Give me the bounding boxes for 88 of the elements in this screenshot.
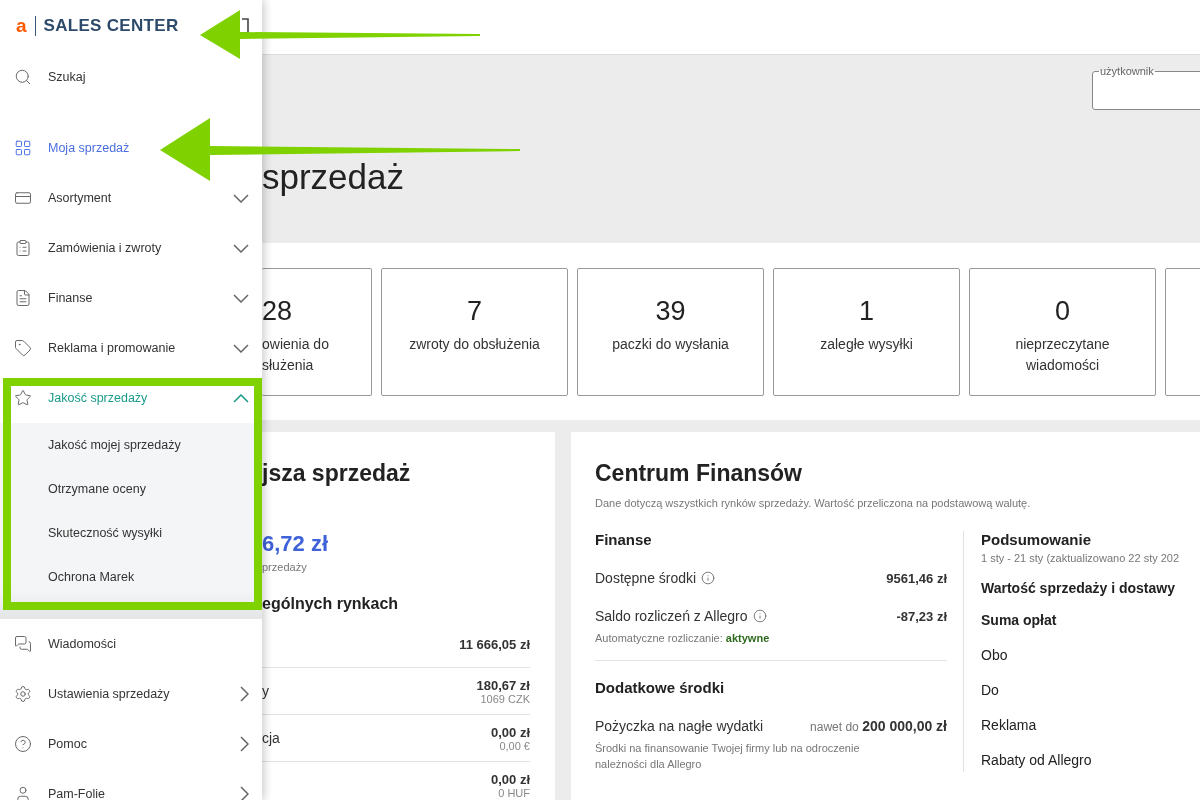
market-value: 180,67 zł xyxy=(476,677,530,693)
menu-item-icon xyxy=(14,189,32,207)
stat-card[interactable]: 7 zwroty do obsłużenia xyxy=(381,268,568,396)
summary-label: Wartość sprzedaży i dostawy xyxy=(981,580,1176,596)
market-currency-value: 1069 CZK xyxy=(480,692,530,705)
market-value: 11 666,05 zł xyxy=(459,636,530,652)
finance-value: nawet do 200 000,00 zł xyxy=(810,718,947,734)
sidebar-item[interactable]: Zamówienia i zwroty xyxy=(0,236,262,260)
info-icon[interactable] xyxy=(701,571,716,585)
menu-item-icon xyxy=(14,635,32,653)
finance-note: Środki na finansowanie Twojej firmy lub na odroczenie należności dla Allegro xyxy=(595,741,861,772)
menu-item-icon xyxy=(14,339,32,357)
summary-label: Suma opłat xyxy=(981,612,1058,628)
sidebar-item[interactable]: Reklama i promowanie xyxy=(0,336,262,360)
chevron-right-icon xyxy=(240,736,249,752)
chevron-icon xyxy=(233,193,249,203)
stat-card[interactable]: 1 zaległe wysyłki xyxy=(773,268,960,396)
menu-item-icon xyxy=(14,68,32,86)
sidebar-item[interactable]: Wiadomości xyxy=(0,632,262,656)
sidebar-item[interactable]: Asortyment xyxy=(0,186,262,210)
submenu-item[interactable]: Otrzymane oceny xyxy=(0,467,262,511)
sidebar-item[interactable]: Pomoc xyxy=(0,732,262,756)
section-title: Finanse xyxy=(595,531,653,548)
stat-card[interactable]: 28 owienia do służenia xyxy=(262,268,372,396)
submenu-item[interactable]: Ochrona Marek xyxy=(0,555,262,599)
menu-item-icon xyxy=(14,139,32,157)
sidebar-item[interactable]: Szukaj xyxy=(0,65,262,89)
finance-value: 9561,46 zł xyxy=(886,570,947,586)
market-value: 0,00 zł xyxy=(490,724,530,740)
stat-label: paczki do wysłania xyxy=(612,335,729,354)
amount-caption: przedaży xyxy=(262,561,308,573)
summary-label: Reklama xyxy=(981,717,1038,733)
market-currency-value: 0,00 € xyxy=(499,739,530,752)
section-title: ególnych rynkach xyxy=(262,595,400,613)
menu-item-icon xyxy=(14,735,32,753)
logo-title: SALES CENTER xyxy=(43,16,179,36)
finance-value: -87,23 zł xyxy=(896,608,947,624)
sidebar-item[interactable]: Pam-Folie xyxy=(0,782,262,800)
chevron-icon xyxy=(233,393,249,403)
market-label: cja xyxy=(262,730,280,746)
chevron-icon xyxy=(233,343,249,353)
finance-label: Saldo rozliczeń z Allegro xyxy=(595,608,767,624)
summary-label: Rabaty od Allegro xyxy=(981,752,1093,768)
section-title: Podsumowanie xyxy=(981,531,1093,548)
market-currency-value: 0 HUF xyxy=(498,786,530,799)
chevron-right-icon xyxy=(240,786,249,800)
menu-item-icon xyxy=(14,685,32,703)
stat-value: 39 xyxy=(655,296,686,327)
stat-card[interactable]: 0 nieprzeczytane wiadomości xyxy=(969,268,1156,396)
menu-item-icon xyxy=(14,785,32,800)
sidebar-item[interactable]: Ustawienia sprzedaży xyxy=(0,682,262,706)
finance-label: Dostępne środki xyxy=(595,570,716,586)
stat-label: zwroty do obsłużenia xyxy=(409,335,540,354)
menu-item-icon xyxy=(14,289,32,307)
user-field[interactable]: użytkownik xyxy=(1092,65,1200,110)
sidebar-item[interactable]: Jakość sprzedaży xyxy=(0,386,262,410)
stat-card[interactable]: 39 paczki do wysłania xyxy=(577,268,764,396)
info-icon[interactable] xyxy=(752,609,767,623)
stat-label: owienia do służenia xyxy=(262,335,330,375)
sales-amount: 6,72 zł xyxy=(262,531,330,557)
sidebar-item[interactable]: Moja sprzedaż xyxy=(0,136,262,160)
finance-note: Automatyczne rozliczanie: aktywne xyxy=(595,631,771,646)
menu-item-icon xyxy=(14,389,32,407)
stat-label: nieprzeczytane wiadomości xyxy=(1014,335,1111,375)
submenu-item[interactable]: Jakość mojej sprzedaży xyxy=(0,423,262,467)
panel-title: Centrum Finansów xyxy=(595,460,803,487)
stat-value: 7 xyxy=(467,296,482,327)
market-label: y xyxy=(262,683,269,699)
summary-label: Obo xyxy=(981,647,1009,663)
stat-value: 1 xyxy=(859,296,874,327)
stat-label: zaległe wysyłki xyxy=(820,335,913,354)
chevron-icon xyxy=(233,293,249,303)
logo-mark: a xyxy=(16,15,27,37)
chevron-right-icon xyxy=(240,686,249,702)
menu-item-icon xyxy=(14,239,32,257)
sidebar-item[interactable]: Finanse xyxy=(0,286,262,310)
summary-label: Do xyxy=(981,682,1000,698)
stat-value: 0 xyxy=(1055,296,1070,327)
page-title: sprzedaż xyxy=(262,157,406,197)
submenu-item[interactable]: Skuteczność wysyłki xyxy=(0,511,262,555)
market-value: 0,00 zł xyxy=(490,771,530,787)
summary-period: 1 sty - 21 sty (zaktualizowano 22 sty 202 xyxy=(981,552,1181,564)
panel-title: jsza sprzedaż xyxy=(262,460,412,487)
panel-note: Dane dotyczą wszystkich rynków sprzedaży. Wartość przeliczona na podstawową walutę. xyxy=(595,497,1032,509)
chevron-icon xyxy=(233,243,249,253)
section-title: Dodatkowe środki xyxy=(595,679,726,696)
stat-value: 28 xyxy=(262,296,293,327)
finance-label: Pożyczka na nagłe wydatki xyxy=(595,718,764,734)
